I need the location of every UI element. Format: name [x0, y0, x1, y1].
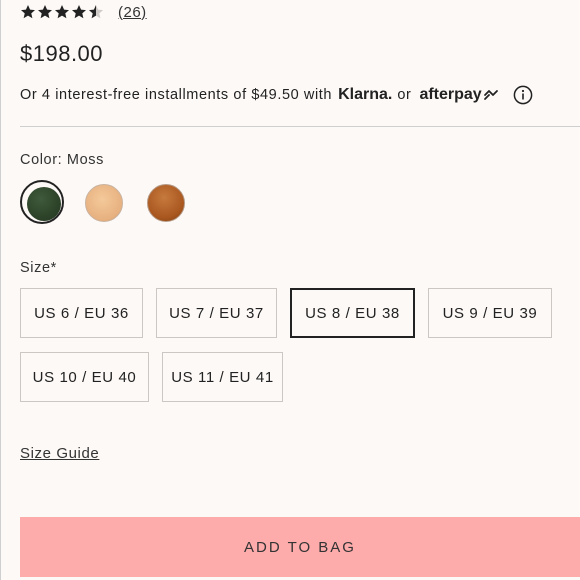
page-left-border: [0, 0, 1, 580]
color-label: Color: Moss: [20, 152, 104, 168]
swatch-moss-fill: [27, 187, 61, 221]
swatch-tan[interactable]: [85, 184, 123, 222]
size-guide-link[interactable]: Size Guide: [20, 445, 99, 462]
add-to-bag-button[interactable]: ADD TO BAG: [20, 517, 580, 577]
swatch-cognac[interactable]: [147, 184, 185, 222]
info-icon[interactable]: [513, 85, 533, 105]
swatch-moss[interactable]: [20, 180, 64, 224]
afterpay-logo-text: afterpay: [419, 86, 482, 103]
rating-stars: [20, 4, 104, 20]
size-option-us10[interactable]: US 10 / EU 40: [20, 352, 149, 402]
size-option-us11[interactable]: US 11 / EU 41: [162, 352, 283, 402]
half-star-icon: [89, 5, 103, 19]
size-option-us6[interactable]: US 6 / EU 36: [20, 288, 143, 338]
afterpay-arrows-icon: [483, 90, 498, 100]
star-icon: [72, 5, 86, 19]
installments-or: or: [397, 87, 412, 103]
installments-text: Or 4 interest-free installments of $49.5…: [20, 87, 333, 103]
size-option-us7[interactable]: US 7 / EU 37: [156, 288, 277, 338]
afterpay-logo: afterpay: [419, 86, 498, 104]
installments-row: Or 4 interest-free installments of $49.5…: [20, 84, 533, 106]
star-icon: [38, 5, 52, 19]
review-count-link[interactable]: (26): [118, 4, 147, 21]
size-option-us8[interactable]: US 8 / EU 38: [290, 288, 415, 338]
product-price: $198.00: [20, 41, 104, 66]
star-icon: [21, 5, 35, 19]
size-label: Size*: [20, 260, 57, 276]
product-rating: (26): [20, 2, 147, 22]
star-icon: [55, 5, 69, 19]
size-option-us9[interactable]: US 9 / EU 39: [428, 288, 552, 338]
section-divider: [20, 126, 580, 127]
klarna-logo: Klarna.: [338, 86, 393, 103]
